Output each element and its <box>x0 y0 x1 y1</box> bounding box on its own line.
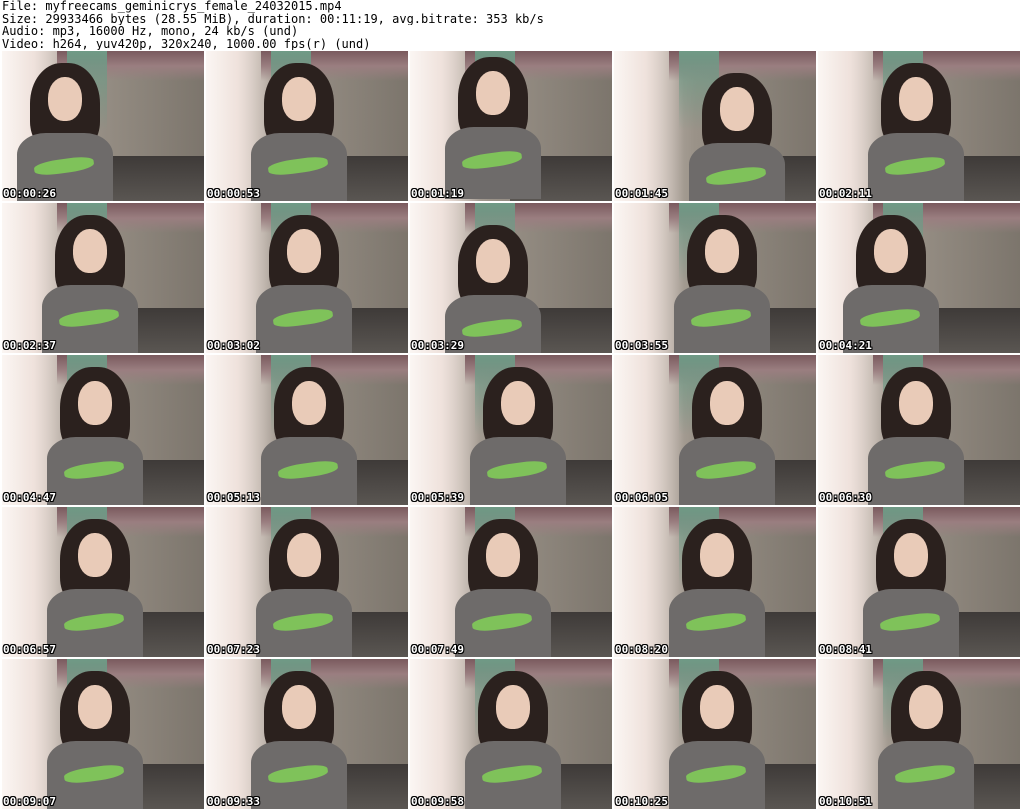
thumbnail: 00:06:05 <box>614 355 816 505</box>
thumbnail: 00:09:33 <box>206 659 408 809</box>
thumbnail-timestamp: 00:06:30 <box>819 491 872 504</box>
thumbnail-timestamp: 00:03:55 <box>615 339 668 352</box>
thumbnail: 00:04:47 <box>2 355 204 505</box>
thumbnail-timestamp: 00:07:49 <box>411 643 464 656</box>
thumbnail: 00:05:39 <box>410 355 612 505</box>
thumbnail: 00:06:57 <box>2 507 204 657</box>
thumbnail: 00:04:21 <box>818 203 1020 353</box>
thumbnail-timestamp: 00:02:11 <box>819 187 872 200</box>
thumbnail: 00:03:29 <box>410 203 612 353</box>
thumbnail: 00:10:51 <box>818 659 1020 809</box>
thumbnail-timestamp: 00:01:19 <box>411 187 464 200</box>
thumbnail-timestamp: 00:09:33 <box>207 795 260 808</box>
thumbnail-timestamp: 00:06:05 <box>615 491 668 504</box>
thumbnail: 00:09:58 <box>410 659 612 809</box>
thumbnail: 00:07:23 <box>206 507 408 657</box>
file-name-line: File: myfreecams_geminicrys_female_24032… <box>2 0 342 13</box>
thumbnail-timestamp: 00:04:47 <box>3 491 56 504</box>
thumbnail: 00:08:41 <box>818 507 1020 657</box>
thumbnail-timestamp: 00:08:41 <box>819 643 872 656</box>
thumbnail: 00:02:37 <box>2 203 204 353</box>
video-info-line: Video: h264, yuv420p, 320x240, 1000.00 f… <box>2 37 371 50</box>
thumbnail: 00:03:55 <box>614 203 816 353</box>
thumbnail: 00:03:02 <box>206 203 408 353</box>
thumbnail: 00:09:07 <box>2 659 204 809</box>
thumbnail-grid: 00:00:26 00:00:53 00:01:19 00:01:45 00:02:11… <box>2 51 1024 811</box>
thumbnail-timestamp: 00:03:02 <box>207 339 260 352</box>
thumbnail-timestamp: 00:09:07 <box>3 795 56 808</box>
thumbnail: 00:08:20 <box>614 507 816 657</box>
thumbnail-timestamp: 00:00:53 <box>207 187 260 200</box>
thumbnail-timestamp: 00:10:25 <box>615 795 668 808</box>
thumbnail: 00:05:13 <box>206 355 408 505</box>
thumbnail-timestamp: 00:01:45 <box>615 187 668 200</box>
thumbnail: 00:02:11 <box>818 51 1020 201</box>
thumbnail: 00:06:30 <box>818 355 1020 505</box>
file-info-header: File: myfreecams_geminicrys_female_24032… <box>2 0 1022 50</box>
thumbnail: 00:10:25 <box>614 659 816 809</box>
thumbnail-timestamp: 00:05:13 <box>207 491 260 504</box>
thumbnail-timestamp: 00:04:21 <box>819 339 872 352</box>
thumbnail: 00:00:26 <box>2 51 204 201</box>
thumbnail-timestamp: 00:08:20 <box>615 643 668 656</box>
thumbnail-timestamp: 00:09:58 <box>411 795 464 808</box>
thumbnail: 00:01:19 <box>410 51 612 201</box>
thumbnail: 00:07:49 <box>410 507 612 657</box>
thumbnail-timestamp: 00:03:29 <box>411 339 464 352</box>
thumbnail-timestamp: 00:06:57 <box>3 643 56 656</box>
thumbnail-timestamp: 00:00:26 <box>3 187 56 200</box>
audio-info-line: Audio: mp3, 16000 Hz, mono, 24 kb/s (und… <box>2 25 299 38</box>
thumbnail-timestamp: 00:02:37 <box>3 339 56 352</box>
file-size-line: Size: 29933466 bytes (28.55 MiB), durati… <box>2 12 544 25</box>
thumbnail: 00:00:53 <box>206 51 408 201</box>
thumbnail: 00:01:45 <box>614 51 816 201</box>
thumbnail-timestamp: 00:07:23 <box>207 643 260 656</box>
thumbnail-timestamp: 00:05:39 <box>411 491 464 504</box>
thumbnail-timestamp: 00:10:51 <box>819 795 872 808</box>
